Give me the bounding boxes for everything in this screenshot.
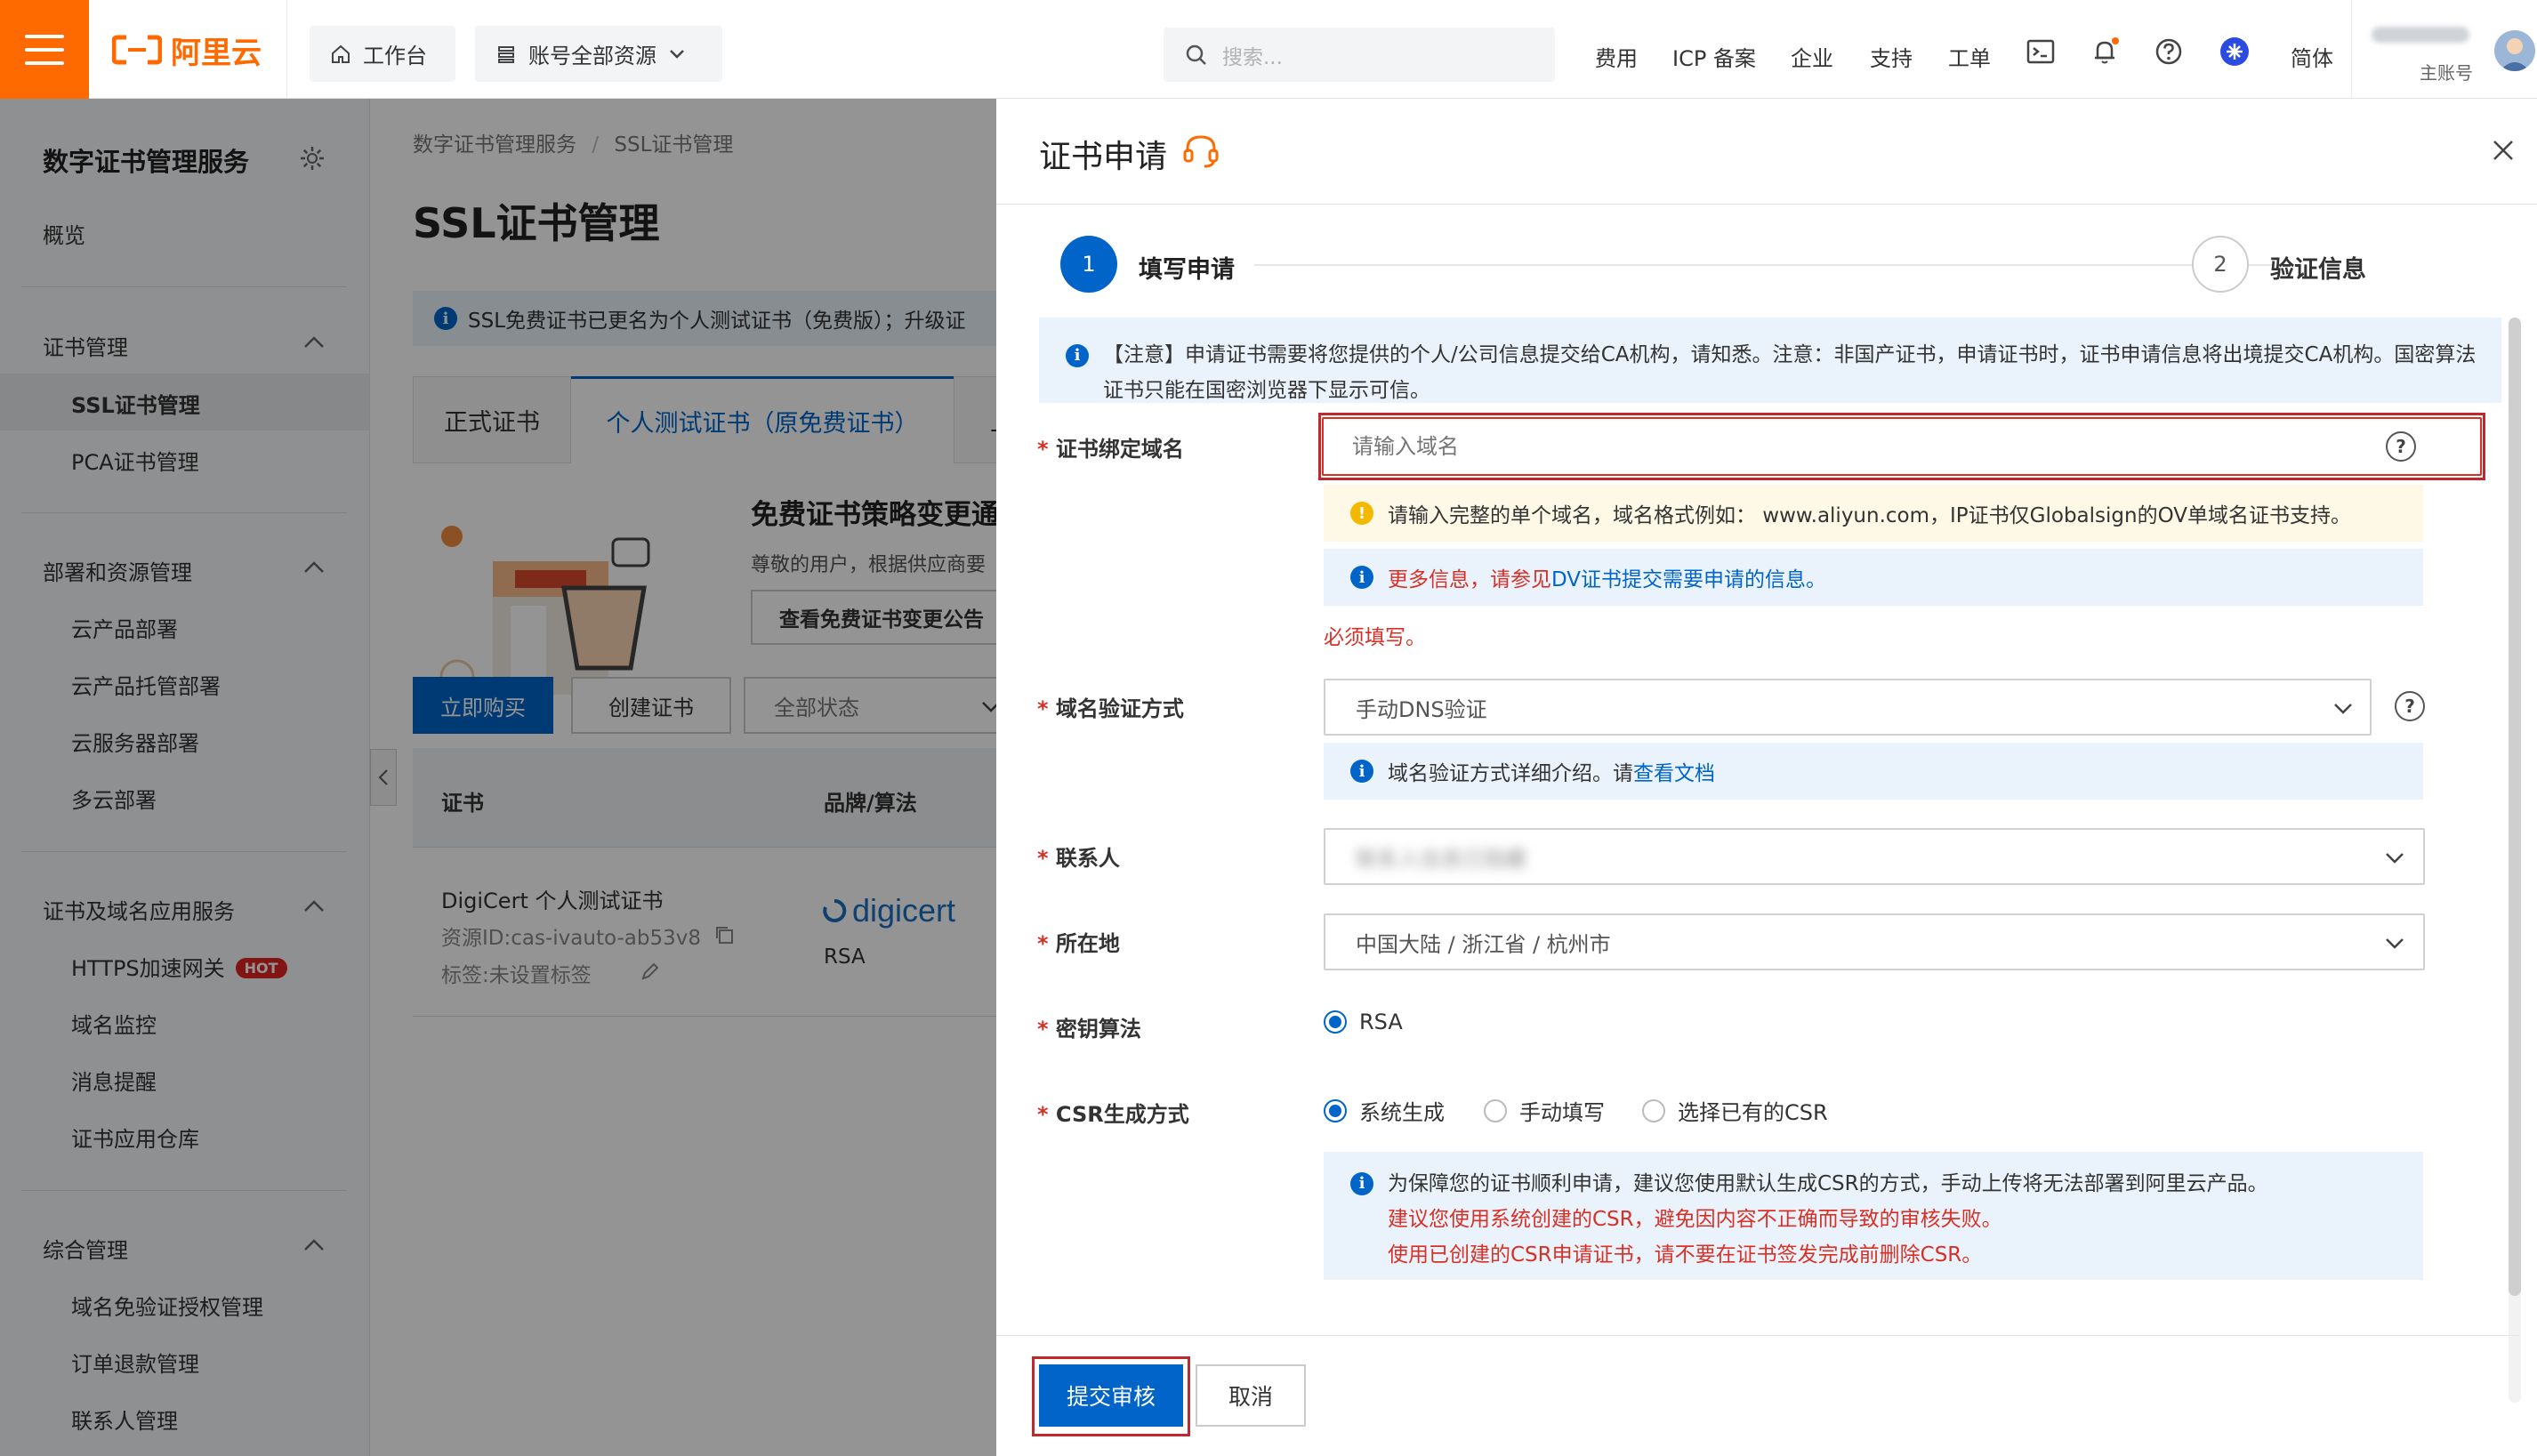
divider [996,1335,2519,1336]
contact-select[interactable]: 联系人信息已隐藏 [1324,828,2425,885]
top-navigation-bar: 阿里云 工作台 账号全部资源 搜索... 费用 ICP 备案 企业 支持 工单 … [0,0,2537,99]
notice-text: 【注意】申请证书需要将您提供的个人/公司信息提交给CA机构，请知悉。注意：非国产… [1103,343,2477,402]
list-icon [498,45,514,63]
warning-text: 请输入完整的单个域名，域名格式例如： www.aliyun.com，IP证书仅G… [1388,504,2352,527]
scrollbar-thumb[interactable] [2509,318,2521,1296]
nav-link-billing[interactable]: 费用 [1595,41,1638,72]
key-algorithm-label: 密钥算法 [1037,1011,1141,1042]
nav-link-support[interactable]: 支持 [1870,41,1913,72]
csr-info-line: 为保障您的证书顺利申请，建议您使用默认生成CSR的方式，手动上传将无法部署到阿里… [1388,1172,2268,1195]
domain-label: 证书绑定域名 [1037,431,1184,463]
nav-link-enterprise[interactable]: 企业 [1791,41,1833,72]
divider [2351,0,2352,99]
account-name-redacted [2372,27,2469,43]
csr-warning-line: 建议您使用系统创建的CSR，避免因内容不正确而导致的审核失败。 [1388,1208,2002,1231]
radio-button[interactable] [1642,1098,1665,1122]
chevron-down-icon [2334,704,2352,714]
scrollbar[interactable] [2509,318,2521,1403]
drawer-title: 证书申请 [1039,139,1168,175]
radio-csr-system[interactable]: 系统生成 [1324,1095,1445,1126]
privacy-notice: i 【注意】申请证书需要将您提供的个人/公司信息提交给CA机构，请知悉。注意：非… [1039,318,2501,403]
radio-csr-manual[interactable]: 手动填写 [1484,1095,1605,1126]
collapse-sidebar-button[interactable] [370,749,397,806]
verify-method-value: 手动DNS验证 [1356,696,1487,722]
search-icon [1186,44,1206,65]
chevron-down-icon [2386,853,2404,864]
step-connector [1254,264,2274,266]
divider [996,204,2537,205]
home-icon [332,44,350,63]
radio-label: 手动填写 [1519,1100,1605,1125]
info-text: 域名验证方式详细介绍。请 [1388,762,1633,785]
help-icon[interactable] [2154,36,2184,67]
modal-backdrop[interactable] [0,99,996,1456]
step-2-label: 验证信息 [2270,256,2366,284]
radio-button[interactable] [1484,1098,1507,1122]
step-1-circle: 1 [1060,236,1117,293]
contact-label: 联系人 [1037,841,1120,872]
headset-support-icon[interactable] [1181,131,1220,170]
warning-icon: ! [1350,502,1373,525]
logo-text: 阿里云 [171,35,262,71]
domain-error-message: 必须填写。 [1324,626,1426,649]
cancel-button[interactable]: 取消 [1196,1364,1306,1427]
language-switch[interactable]: 简体 [2291,41,2333,72]
verify-method-label: 域名验证方式 [1037,691,1184,722]
cert-application-drawer: 证书申请 1 填写申请 2 验证信息 i 【注意】申请证书需要将您提供的个人/公… [996,99,2537,1456]
radio-rsa[interactable]: RSA [1324,1010,1403,1034]
location-value: 中国大陆 / 浙江省 / 杭州市 [1356,931,1611,957]
divider [286,0,287,99]
radio-button[interactable] [1324,1010,1347,1034]
csr-method-label: CSR生成方式 [1037,1097,1189,1128]
info-icon: i [1350,566,1373,589]
verify-method-select[interactable]: 手动DNS验证 [1324,679,2372,736]
view-docs-link[interactable]: 查看文档 [1633,756,1715,786]
radio-label: 系统生成 [1359,1100,1445,1125]
dv-info-link[interactable]: DV证书提交需要申请的信息。 [1551,562,1826,592]
domain-info-notice: i 更多信息，请参见 DV证书提交需要申请的信息。 [1324,549,2423,606]
step-2-circle: 2 [2192,236,2249,293]
domain-help-icon[interactable]: ? [2386,431,2416,462]
resources-label: 账号全部资源 [528,44,656,68]
resources-dropdown[interactable]: 账号全部资源 [475,26,722,82]
ai-assistant-icon[interactable] [2219,36,2250,67]
avatar-icon [2500,38,2530,71]
info-text: 更多信息，请参见 [1388,568,1551,591]
account-role: 主账号 [2420,62,2473,84]
csr-info-notice: i 为保障您的证书顺利申请，建议您使用默认生成CSR的方式，手动上传将无法部署到阿… [1324,1152,2423,1280]
chevron-down-icon [670,49,684,59]
menu-icon[interactable] [0,0,89,99]
step-1-label: 填写申请 [1139,256,1235,284]
aliyun-logo-icon [112,35,162,65]
avatar[interactable] [2494,30,2535,71]
verify-info-notice: i 域名验证方式详细介绍。请 查看文档 [1324,743,2423,800]
radio-csr-existing[interactable]: 选择已有的CSR [1642,1095,1828,1126]
chevron-down-icon [2386,938,2404,949]
verify-help-icon[interactable]: ? [2395,691,2425,721]
terminal-icon[interactable] [2026,36,2056,67]
nav-link-icp[interactable]: ICP 备案 [1672,41,1756,72]
radio-button[interactable] [1324,1098,1347,1122]
radio-label: RSA [1359,1010,1403,1034]
chevron-left-icon [378,769,388,785]
close-icon[interactable] [2491,138,2516,163]
submit-button[interactable]: 提交审核 [1039,1364,1183,1427]
contact-value: 联系人信息已隐藏 [1356,846,1526,872]
info-icon: i [1066,344,1089,367]
search-placeholder: 搜索... [1222,45,1283,69]
info-icon: i [1350,1172,1373,1195]
global-search-input[interactable]: 搜索... [1164,28,1555,82]
workbench-button[interactable]: 工作台 [310,26,455,82]
location-label: 所在地 [1037,926,1120,957]
aliyun-logo[interactable]: 阿里云 [112,32,262,71]
domain-format-warning: ! 请输入完整的单个域名，域名格式例如： www.aliyun.com，IP证书… [1324,485,2423,542]
radio-label: 选择已有的CSR [1678,1100,1828,1125]
location-select[interactable]: 中国大陆 / 浙江省 / 杭州市 [1324,913,2425,970]
workbench-label: 工作台 [363,44,427,68]
nav-link-tickets[interactable]: 工单 [1948,41,1991,72]
domain-input[interactable] [1322,417,2482,476]
csr-warning-line: 使用已创建的CSR申请证书，请不要在证书签发完成前删除CSR。 [1388,1243,1983,1267]
bell-icon[interactable] [2090,36,2120,67]
info-icon: i [1350,760,1373,783]
